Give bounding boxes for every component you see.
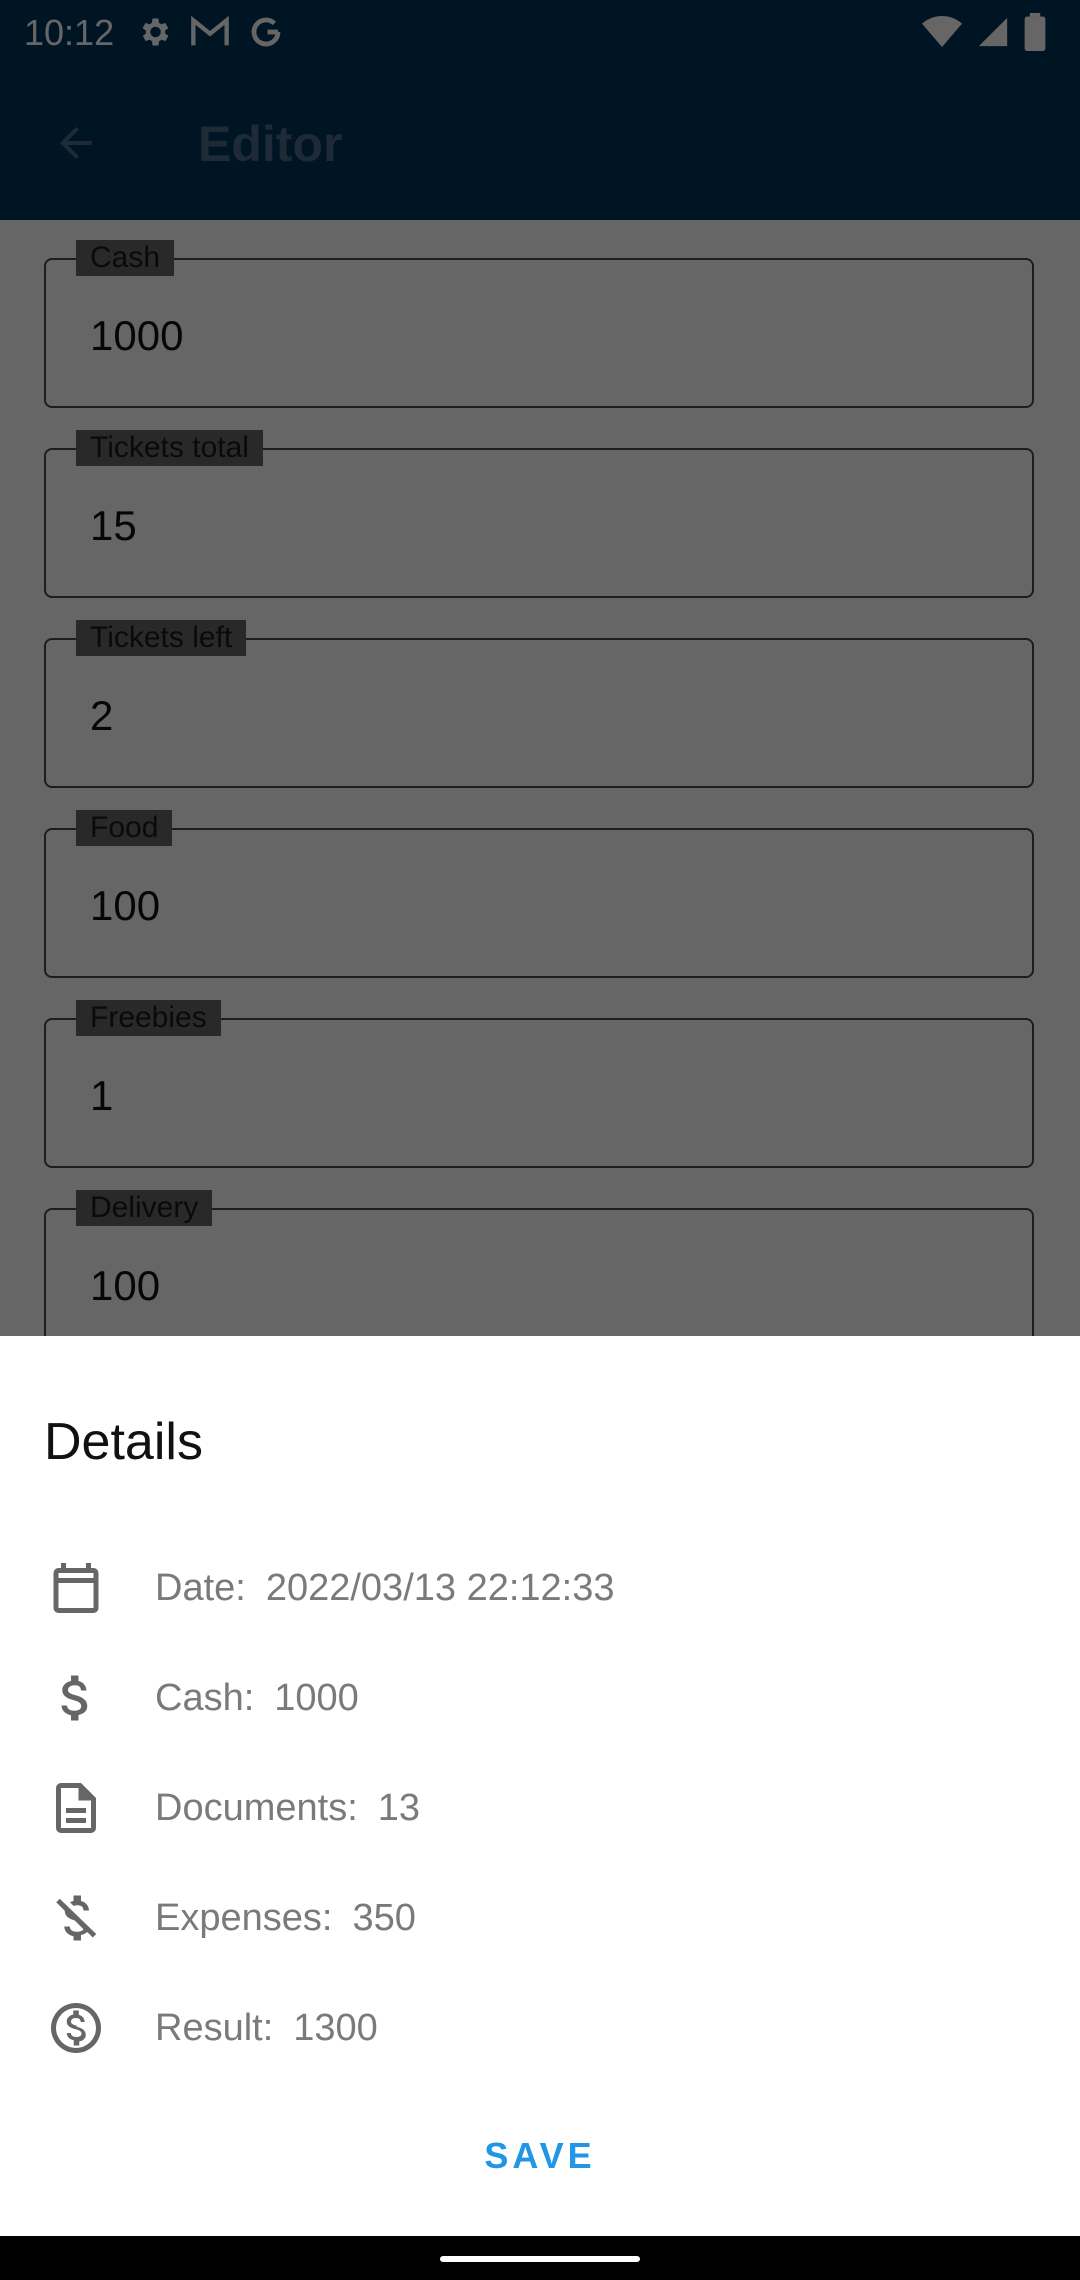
- detail-text: Result: 1300: [155, 2004, 378, 2052]
- field-value: 1: [90, 1072, 114, 1119]
- dollar-icon: [44, 1666, 108, 1730]
- save-button[interactable]: SAVE: [430, 2116, 650, 2196]
- back-button[interactable]: [40, 109, 112, 181]
- detail-row-date: Date: 2022/03/13 22:12:33: [0, 1546, 1080, 1626]
- detail-label: Documents:: [155, 1787, 358, 1829]
- field-label: Cash: [76, 240, 175, 276]
- home-gesture-handle[interactable]: [440, 2256, 640, 2262]
- money-off-icon: [44, 1886, 108, 1950]
- signal-icon: [976, 15, 1010, 54]
- delivery-field[interactable]: Delivery 100: [44, 1190, 1034, 1336]
- dollar-circle-icon: [44, 1996, 108, 2060]
- detail-label: Expenses:: [155, 1897, 333, 1939]
- navigation-bar: [0, 2236, 1080, 2280]
- detail-row-expenses: Expenses: 350: [0, 1876, 1080, 1956]
- details-bottom-sheet: Details Date: 2022/03/13 22:12:33 Cash: 10…: [0, 1336, 1080, 2236]
- detail-label: Cash:: [155, 1677, 255, 1719]
- field-label: Delivery: [76, 1190, 213, 1226]
- status-icons-left: [136, 14, 284, 54]
- field-value: 100: [90, 882, 161, 929]
- field-label: Tickets left: [76, 620, 247, 656]
- detail-label: Result:: [155, 2007, 274, 2049]
- field-value: 100: [90, 1262, 161, 1309]
- detail-text: Documents: 13: [155, 1784, 420, 1832]
- editor-form: Cash 1000 Tickets total 15 Tickets left …: [0, 220, 1080, 1336]
- tickets-left-field[interactable]: Tickets left 2: [44, 620, 1034, 788]
- detail-text: Date: 2022/03/13 22:12:33: [155, 1564, 615, 1612]
- detail-value: 1000: [274, 1677, 359, 1719]
- page-title: Editor: [198, 116, 343, 172]
- calendar-icon: [44, 1556, 108, 1620]
- detail-text: Expenses: 350: [155, 1894, 416, 1942]
- status-icons-right: [922, 12, 1046, 56]
- field-label: Food: [76, 810, 173, 846]
- detail-row-result: Result: 1300: [0, 1986, 1080, 2066]
- field-label: Freebies: [76, 1000, 221, 1036]
- status-time: 10:12: [24, 12, 115, 53]
- field-label: Tickets total: [76, 430, 263, 466]
- settings-icon: [136, 14, 172, 55]
- detail-text: Cash: 1000: [155, 1674, 359, 1722]
- cash-field[interactable]: Cash 1000: [44, 240, 1034, 408]
- sheet-title: Details: [44, 1413, 203, 1471]
- arrow-back-icon: [52, 119, 100, 172]
- detail-row-documents: Documents: 13: [0, 1766, 1080, 1846]
- detail-label: Date:: [155, 1567, 246, 1609]
- tickets-total-field[interactable]: Tickets total 15: [44, 430, 1034, 598]
- google-icon: [248, 14, 284, 55]
- detail-value: 350: [352, 1897, 416, 1939]
- detail-value: 13: [377, 1787, 421, 1829]
- document-icon: [44, 1776, 108, 1840]
- detail-row-cash: Cash: 1000: [0, 1656, 1080, 1736]
- detail-value: 2022/03/13 22:12:33: [265, 1567, 615, 1609]
- app-bar: Editor: [0, 66, 1080, 220]
- battery-icon: [1024, 12, 1046, 56]
- freebies-field[interactable]: Freebies 1: [44, 1000, 1034, 1168]
- field-value: 1000: [90, 312, 184, 359]
- field-value: 15: [90, 502, 137, 549]
- wifi-icon: [922, 15, 962, 54]
- food-field[interactable]: Food 100: [44, 810, 1034, 978]
- field-value: 2: [90, 692, 114, 739]
- detail-value: 1300: [293, 2007, 378, 2049]
- status-bar: 10:12: [0, 0, 1080, 66]
- gmail-icon: [190, 15, 230, 53]
